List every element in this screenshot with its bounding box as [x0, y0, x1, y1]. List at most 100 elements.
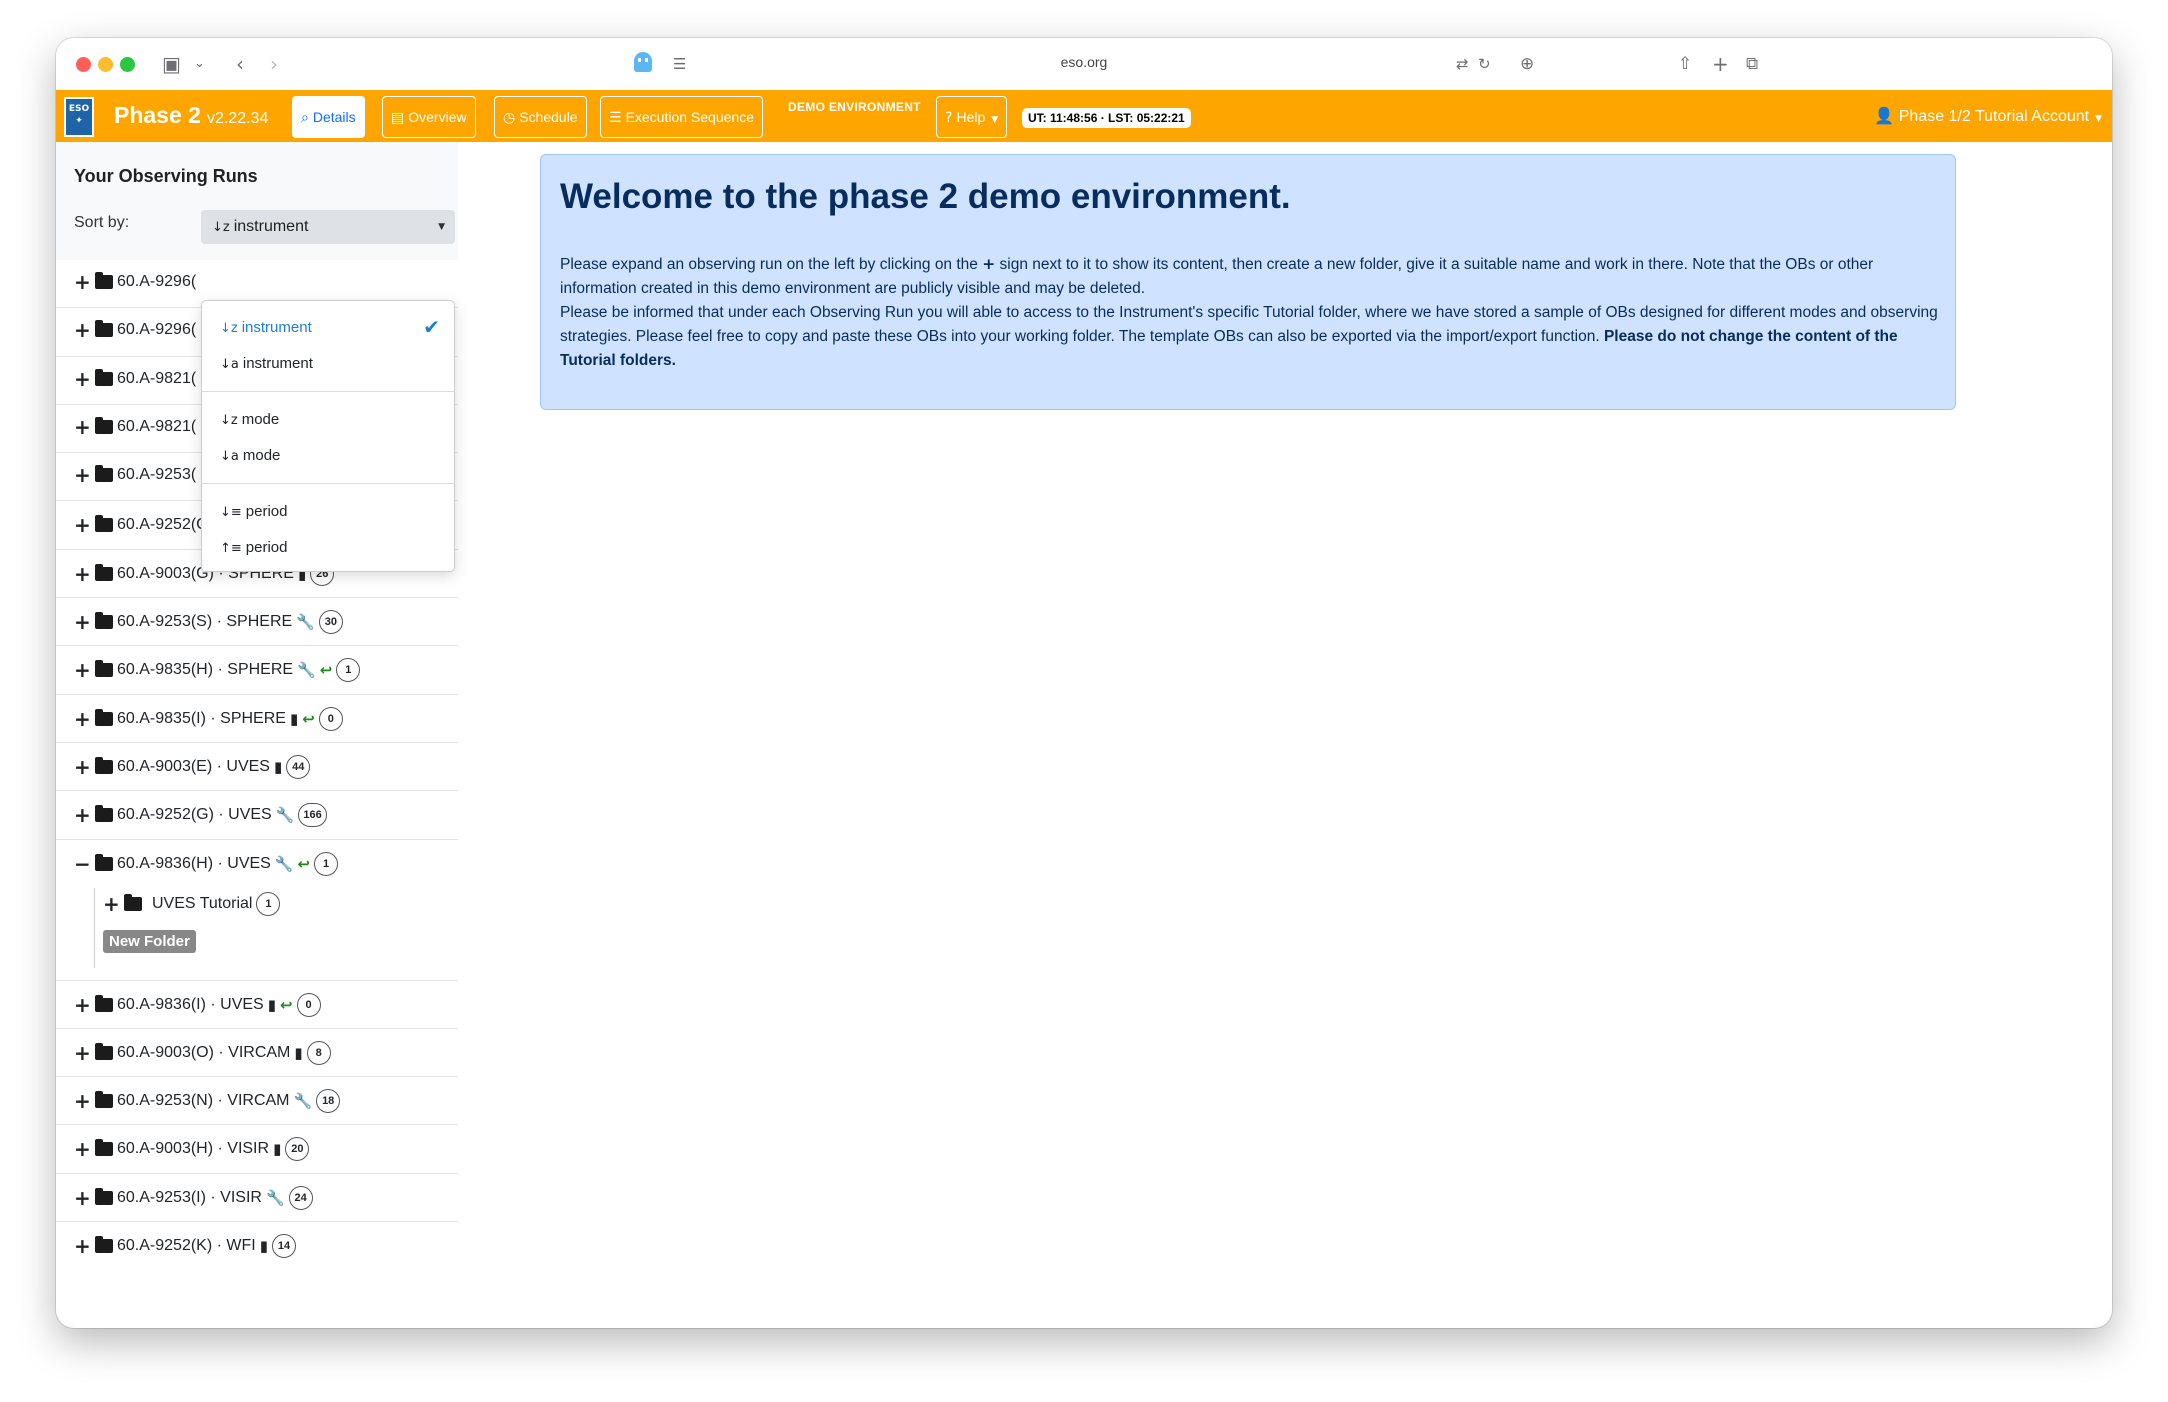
eso-logo: ESO ✦ [64, 97, 94, 137]
expand-icon[interactable]: + [74, 320, 94, 340]
expand-icon[interactable]: + [74, 995, 94, 1015]
wrench-icon: 🔧 [297, 661, 316, 680]
time-display: UT: 11:48:56 · LST: 05:22:21 [1022, 108, 1191, 128]
run-item[interactable]: +60.A-9253(S) · SPHERE 🔧 30 [56, 598, 458, 647]
details-button[interactable]: ⌕ Details [292, 96, 365, 138]
run-item[interactable]: +60.A-9003(O) · VIRCAM ▮ 8 [56, 1029, 458, 1078]
reload-icon[interactable]: ↻ [1478, 52, 1491, 76]
expand-icon[interactable]: + [74, 660, 94, 680]
option-label: period [245, 503, 288, 520]
wrench-icon: 🔧 [274, 854, 294, 873]
run-label: 60.A-9296( [117, 273, 197, 290]
browser-toolbar: ▣ ⌄ ‹ › ☰ eso.org ⇄ ↻ ⊕ ⇧ + ⧉ [56, 38, 2112, 90]
ob-count-badge: 0 [318, 706, 343, 731]
app-version: v2.22.34 [206, 110, 269, 127]
wrench-icon: 🔧 [296, 613, 315, 632]
run-label: 60.A-9253( [117, 466, 197, 484]
suitcase-icon: ▮ [289, 709, 299, 728]
folder-icon [95, 320, 113, 338]
run-item[interactable]: +60.A-9253(N) · VIRCAM 🔧 18 [56, 1077, 458, 1126]
option-label: mode [241, 411, 280, 428]
run-item[interactable]: +60.A-9252(G) · UVES 🔧 166 [56, 791, 458, 840]
expand-icon[interactable]: + [74, 1091, 94, 1111]
expand-icon[interactable]: + [74, 417, 94, 437]
download-icon[interactable]: ⊕ [1520, 52, 1534, 76]
expand-icon[interactable]: + [103, 894, 123, 914]
sort-option-period-asc[interactable]: ↓≡ period [220, 503, 288, 520]
expand-icon[interactable]: + [74, 1188, 94, 1208]
share-icon[interactable]: ⇧ [1678, 52, 1692, 76]
ordered-list-icon: ☰ [609, 110, 622, 126]
reply-arrow-icon: ↩ [297, 854, 311, 873]
expand-icon[interactable]: + [74, 1043, 94, 1063]
new-folder-button[interactable]: New Folder [103, 929, 196, 953]
folder-icon [95, 563, 113, 581]
sort-option-instrument-desc[interactable]: ↓a instrument [220, 355, 313, 372]
app-brand[interactable]: Phase 2 v2.22.34 [114, 102, 268, 129]
folder-icon [95, 1139, 113, 1157]
address-bar[interactable]: eso.org [56, 54, 2112, 70]
expand-icon[interactable]: + [74, 612, 94, 632]
folder-icon [95, 368, 113, 386]
run-label: 60.A-9003(H) · VISIR [117, 1140, 270, 1158]
schedule-label: Schedule [519, 109, 578, 125]
sort-option-period-desc[interactable]: ↑≡ period [220, 539, 288, 556]
expand-icon[interactable]: + [74, 369, 94, 389]
folder-icon [95, 756, 113, 774]
sort-numeric-ascending-icon: ↓≡ [220, 505, 242, 520]
overview-button[interactable]: ▤ Overview [382, 96, 476, 138]
run-item[interactable]: +60.A-9836(I) · UVES ▮ ↩ 0 [56, 981, 458, 1029]
sort-ascending-icon: ↓z [220, 413, 238, 428]
expand-icon[interactable]: + [74, 709, 94, 729]
expand-icon[interactable]: + [74, 564, 94, 584]
user-icon: 👤 [1874, 106, 1895, 125]
expand-icon[interactable]: + [74, 272, 94, 292]
caret-down-icon: ▼ [438, 222, 445, 232]
run-item[interactable]: +60.A-9252(K) · WFI ▮ 14 [56, 1222, 458, 1270]
open-folder-icon [95, 853, 113, 871]
reply-arrow-icon: ↩ [280, 995, 293, 1014]
help-dropdown[interactable]: ? Help ▼ [936, 96, 1008, 138]
sort-option-mode-asc[interactable]: ↓z mode [220, 411, 279, 428]
main-content: Welcome to the phase 2 demo environment.… [458, 142, 2112, 1328]
account-dropdown[interactable]: 👤 Phase 1/2 Tutorial Account ▼ [1874, 106, 2102, 126]
folder-icon [95, 1091, 113, 1109]
run-label: 60.A-9836(I) · UVES [117, 995, 264, 1013]
execution-sequence-button[interactable]: ☰ Execution Sequence [600, 96, 763, 138]
search-icon: ⌕ [301, 110, 309, 126]
ob-count-badge: 8 [306, 1040, 331, 1065]
run-item[interactable]: +60.A-9253(I) · VISIR 🔧 24 [56, 1174, 458, 1223]
expand-icon[interactable]: + [74, 465, 94, 485]
suitcase-icon: ▮ [259, 1237, 268, 1256]
ob-count-badge: 20 [285, 1137, 310, 1162]
run-item[interactable]: +60.A-9835(H) · SPHERE 🔧 ↩ 1 [56, 646, 458, 695]
suitcase-icon: ▮ [273, 1140, 282, 1159]
run-item[interactable]: +60.A-9003(H) · VISIR ▮ 20 [56, 1125, 458, 1174]
run-item[interactable]: +60.A-9835(I) · SPHERE ▮ ↩ 0 [56, 695, 458, 743]
expand-icon[interactable]: + [74, 757, 94, 777]
tab-overview-icon[interactable]: ⧉ [1746, 52, 1758, 76]
expand-icon[interactable]: + [74, 805, 94, 825]
tutorial-folder[interactable]: + UVES Tutorial 1 [103, 891, 281, 916]
run-item-expanded[interactable]: −60.A-9836(H) · UVES 🔧 ↩ 1 + UVES Tutorial 1 … [56, 840, 458, 981]
menu-divider [202, 483, 454, 484]
observing-runs-sidebar: Your Observing Runs Sort by: ↓z instrumen… [56, 142, 458, 1328]
translate-icon[interactable]: ⇄ [1456, 52, 1469, 76]
overview-label: Overview [408, 109, 467, 125]
expand-icon[interactable]: + [74, 515, 94, 535]
run-label: 60.A-9836(H) · UVES [117, 854, 271, 872]
expand-icon[interactable]: + [74, 1236, 94, 1256]
schedule-button[interactable]: ◷ Schedule [494, 96, 587, 138]
ob-count-badge: 166 [298, 803, 327, 828]
sort-option-instrument-asc[interactable]: ↓z instrument [220, 319, 312, 336]
new-tab-icon[interactable]: + [1712, 52, 1729, 76]
reply-arrow-icon: ↩ [319, 661, 333, 680]
sort-select[interactable]: ↓z instrument ▼ [201, 210, 455, 244]
welcome-text: Please expand an observing run on the le… [560, 252, 1940, 373]
expand-icon[interactable]: + [74, 1139, 94, 1159]
collapse-icon[interactable]: − [74, 854, 94, 874]
run-item[interactable]: +60.A-9003(E) · UVES ▮ 44 [56, 743, 458, 792]
run-label: 60.A-9252(G) · UVES [117, 806, 272, 824]
sort-option-mode-desc[interactable]: ↓a mode [220, 447, 280, 464]
details-label: Details [312, 109, 356, 125]
